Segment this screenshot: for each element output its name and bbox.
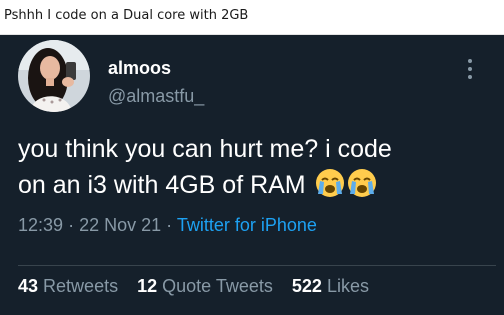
quote-tweets-stat[interactable]: 12 Quote Tweets [137, 276, 273, 296]
avatar-image [18, 40, 90, 112]
post-caption-bar: Pshhh I code on a Dual core with 2GB [0, 0, 504, 35]
tweet-text-line-2: on an i3 with 4GB of RAM [18, 171, 306, 199]
meta-separator: · [166, 215, 173, 235]
quote-tweets-count: 12 [137, 276, 158, 296]
divider [18, 265, 496, 266]
tweet-text-line-2-wrap: on an i3 with 4GB of RAM [18, 167, 493, 203]
crying-face-emoji [315, 169, 344, 197]
tweet-text-line-1: you think you can hurt me? i code [18, 135, 392, 163]
post-caption: Pshhh I code on a Dual core with 2GB [4, 8, 249, 23]
retweets-stat[interactable]: 43 Retweets [18, 276, 118, 296]
likes-label: Likes [326, 276, 369, 296]
quote-tweets-label: Quote Tweets [162, 276, 273, 296]
tweet-time[interactable]: 12:39 [18, 215, 63, 235]
crying-face-emoji [347, 169, 376, 197]
tweet-date[interactable]: 22 Nov 21 [79, 215, 161, 235]
likes-count: 522 [291, 276, 322, 296]
tweet-text: you think you can hurt me? i code on an … [18, 131, 493, 203]
likes-stat[interactable]: 522 Likes [292, 276, 369, 296]
meta-separator: · [68, 215, 75, 235]
avatar[interactable] [18, 40, 90, 112]
tweet-card[interactable]: almoos @almastfu_ you think you can hurt… [0, 35, 504, 315]
tweet-meta: 12:39 · 22 Nov 21 · Twitter for iPhone [18, 215, 317, 236]
retweets-label: Retweets [43, 276, 119, 296]
display-name[interactable]: almoos [108, 58, 171, 79]
user-handle[interactable]: @almastfu_ [108, 86, 204, 107]
tweet-source-link[interactable]: Twitter for iPhone [177, 215, 317, 235]
retweets-count: 43 [18, 276, 39, 296]
tweet-stats: 43 Retweets 12 Quote Tweets 522 Likes [18, 276, 383, 297]
more-vertical-icon[interactable] [462, 59, 478, 85]
